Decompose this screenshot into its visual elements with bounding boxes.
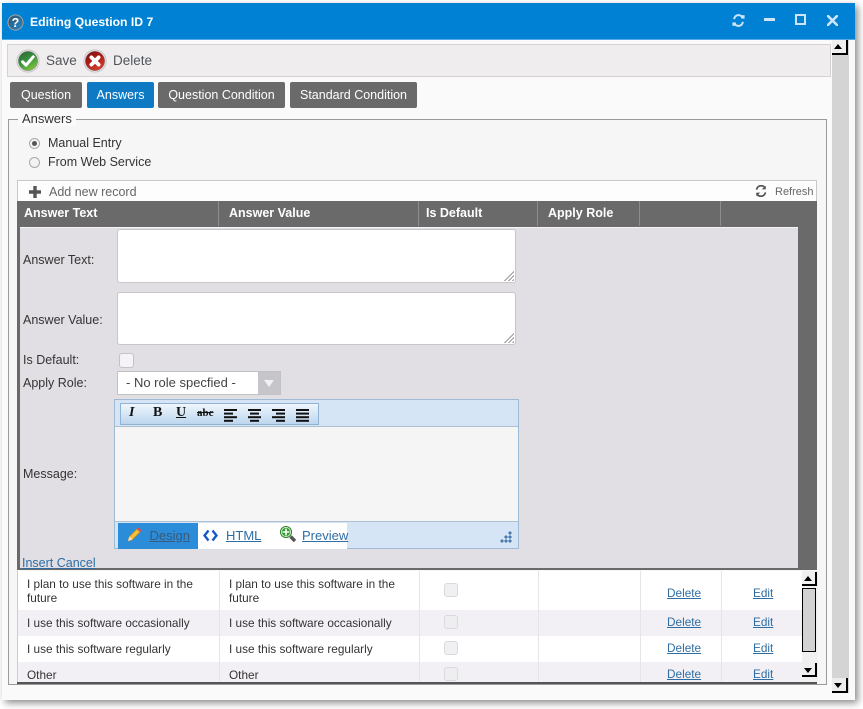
svg-text:?: ? xyxy=(12,16,20,30)
